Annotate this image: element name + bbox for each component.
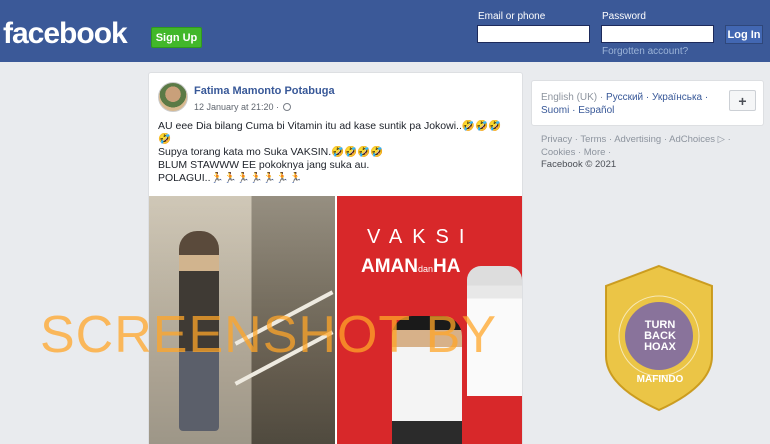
language-link[interactable]: Suomi · xyxy=(541,105,575,116)
language-link[interactable]: Українська · xyxy=(652,92,708,103)
post-line: POLAGUI..🏃🏃🏃🏃🏃🏃🏃 xyxy=(158,172,303,184)
language-box: English (UK) · Русский · Українська · Su… xyxy=(531,80,764,126)
post-text: AU eee Dia bilang Cuma bi Vitamin itu ad… xyxy=(158,120,513,185)
email-label: Email or phone xyxy=(478,11,546,22)
email-field[interactable] xyxy=(477,25,590,43)
photo-banner-text: VAKSI xyxy=(367,226,475,248)
language-link[interactable]: Español xyxy=(578,105,614,116)
post-line: BLUM STAWWW EE pokoknya jang suka au. xyxy=(158,159,370,171)
post-card: Fatima Mamonto Potabuga 12 January at 21… xyxy=(148,72,523,444)
post-timestamp[interactable]: 12 January at 21:20 · xyxy=(194,102,279,112)
facebook-logo[interactable]: facebook xyxy=(3,17,128,51)
badge-label: TURN BACK HOAX xyxy=(644,319,676,353)
add-language-button[interactable]: + xyxy=(729,90,756,111)
top-bar: facebook Sign Up Email or phone Password… xyxy=(0,0,770,62)
avatar[interactable] xyxy=(158,82,188,112)
badge-bottom-label: MAFINDO xyxy=(636,374,684,385)
language-current: English (UK) · xyxy=(541,92,604,103)
signup-button[interactable]: Sign Up xyxy=(151,27,202,48)
password-label: Password xyxy=(602,11,646,22)
post-line: AU eee Dia bilang Cuma bi Vitamin itu ad… xyxy=(158,120,502,132)
watermark-text: SCREENSHOT BY xyxy=(40,306,498,364)
photo-banner-text: AMANdanHA xyxy=(361,256,461,277)
copyright: Facebook © 2021 xyxy=(541,159,617,170)
footer-links[interactable]: Privacy · Terms · Advertising · AdChoice… xyxy=(541,133,756,159)
globe-icon xyxy=(283,103,292,111)
post-line: 🤣 xyxy=(158,133,172,145)
post-line: Supya torang kata mo Suka VAKSIN.🤣🤣🤣🤣 xyxy=(158,146,384,158)
post-meta: 12 January at 21:20 · xyxy=(194,102,292,112)
language-link[interactable]: Русский · xyxy=(606,92,649,103)
forgot-account-link[interactable]: Forgotten account? xyxy=(602,46,688,57)
language-list: English (UK) · Русский · Українська · Su… xyxy=(541,91,721,117)
password-field[interactable] xyxy=(601,25,714,43)
post-author[interactable]: Fatima Mamonto Potabuga xyxy=(194,85,335,97)
login-button[interactable]: Log In xyxy=(725,25,763,44)
